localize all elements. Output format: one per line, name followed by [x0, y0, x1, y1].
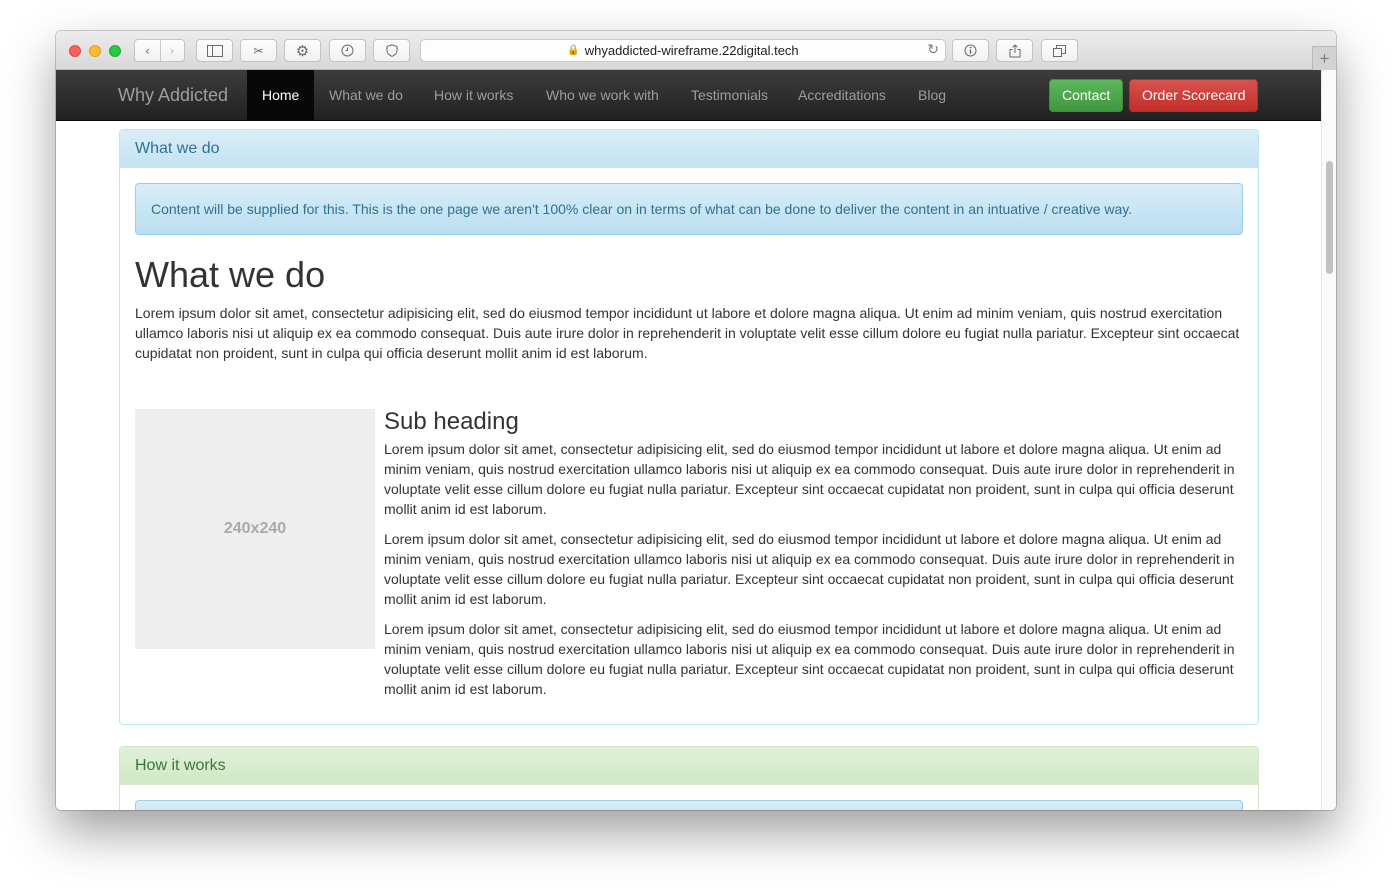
plus-icon: + [1319, 48, 1330, 68]
history-button[interactable] [329, 39, 366, 62]
browser-window: ‹ › ✂ ⚙ 🔒 whyaddicted-wireframe.22digita… [56, 31, 1336, 810]
clock-icon [341, 44, 354, 57]
info-button[interactable] [952, 39, 989, 62]
settings-button[interactable]: ⚙ [284, 39, 321, 62]
contact-button[interactable]: Contact [1049, 79, 1124, 112]
info-alert [135, 800, 1243, 810]
page-scrollbar[interactable] [1321, 70, 1336, 810]
panel-title: How it works [120, 747, 1258, 785]
sub-heading: Sub heading [384, 408, 519, 435]
nav-home[interactable]: Home [247, 70, 315, 120]
url-text: whyaddicted-wireframe.22digital.tech [584, 43, 799, 58]
body-paragraph: Lorem ipsum dolor sit amet, consectetur … [384, 621, 1235, 697]
info-icon [964, 44, 977, 57]
body-paragraph: Lorem ipsum dolor sit amet, consectetur … [384, 531, 1235, 607]
body-paragraph: Lorem ipsum dolor sit amet, consectetur … [384, 441, 1235, 517]
nav-who-we-work-with[interactable]: Who we work with [531, 70, 674, 120]
sidebar-icon [206, 44, 223, 57]
back-forward-buttons: ‹ › [134, 39, 185, 62]
forward-button[interactable]: › [159, 40, 184, 61]
zoom-window-button[interactable] [109, 45, 121, 57]
screenshot-tool-button[interactable]: ✂ [240, 39, 277, 62]
nav-blog[interactable]: Blog [903, 70, 961, 120]
minimize-window-button[interactable] [89, 45, 101, 57]
section-heading: What we do [135, 254, 326, 295]
share-icon [1009, 43, 1020, 57]
site-navbar: Why Addicted Home What we do How it work… [56, 70, 1321, 121]
share-button[interactable] [996, 39, 1033, 62]
privacy-button[interactable] [373, 39, 410, 62]
address-bar[interactable]: 🔒 whyaddicted-wireframe.22digital.tech ↻ [420, 39, 946, 62]
nav-testimonials[interactable]: Testimonials [676, 70, 783, 120]
nav-how-it-works[interactable]: How it works [419, 70, 528, 120]
order-scorecard-button[interactable]: Order Scorecard [1129, 79, 1259, 112]
scissors-icon: ✂ [253, 43, 264, 58]
image-placeholder: 240x240 [135, 409, 375, 649]
tabs-icon [1053, 44, 1066, 57]
reload-icon[interactable]: ↻ [927, 42, 939, 58]
intro-paragraph: Lorem ipsum dolor sit amet, consectetur … [135, 305, 1240, 361]
nav-what-we-do[interactable]: What we do [314, 70, 418, 120]
panel-title: What we do [120, 130, 1258, 168]
what-we-do-panel: What we do Content will be supplied for … [119, 129, 1259, 725]
brand-logo[interactable]: Why Addicted [118, 85, 228, 106]
chevron-right-icon: › [169, 43, 175, 58]
tabs-overview-button[interactable] [1041, 39, 1078, 62]
info-alert: Content will be supplied for this. This … [135, 183, 1243, 235]
new-tab-button[interactable]: + [1312, 46, 1336, 70]
close-window-button[interactable] [69, 45, 81, 57]
browser-toolbar: ‹ › ✂ ⚙ 🔒 whyaddicted-wireframe.22digita… [56, 31, 1336, 70]
page-viewport: Why Addicted Home What we do How it work… [56, 70, 1336, 810]
sidebar-toggle-button[interactable] [196, 39, 233, 62]
chevron-left-icon: ‹ [145, 43, 150, 58]
scrollbar-thumb[interactable] [1326, 161, 1333, 274]
lock-icon: 🔒 [567, 45, 580, 56]
how-it-works-panel: How it works [119, 746, 1259, 810]
shield-icon [386, 44, 397, 57]
gear-icon: ⚙ [295, 41, 310, 60]
back-button[interactable]: ‹ [136, 40, 160, 61]
nav-accreditations[interactable]: Accreditations [783, 70, 901, 120]
